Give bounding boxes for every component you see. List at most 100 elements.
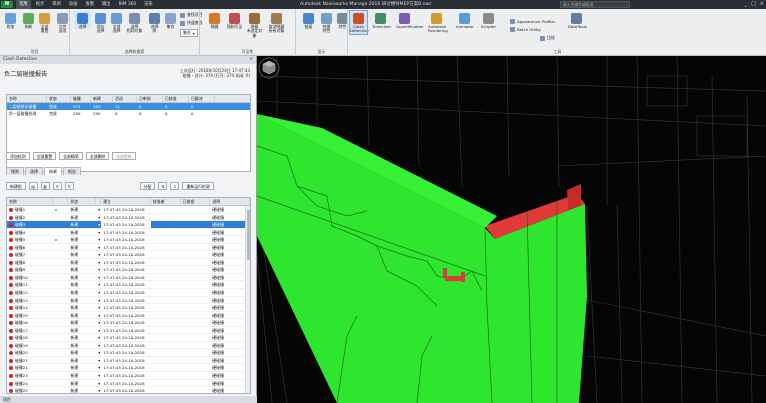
tests-column-header[interactable]: 已审阅 [137,95,163,102]
results-column-header[interactable]: 核准者 [151,198,181,205]
result-status[interactable]: 新建 [68,342,96,349]
green-wall-front[interactable] [257,114,587,403]
panel-tab[interactable]: 规则 [6,167,24,175]
result-row[interactable]: 碰撞6 新建 ▾ 17:47:43 24-10-2018 硬碰撞 [7,244,250,252]
result-status[interactable]: 新建 [68,229,96,236]
result-status[interactable]: 新建 [68,236,96,243]
menu-tab[interactable]: 动画 [66,0,81,9]
tests-column-header[interactable]: 名称 [7,95,47,102]
panel-close-button[interactable]: × [249,56,253,64]
result-row[interactable]: 碰撞14 新建 ▾ 17:47:43 24-10-2018 硬碰撞 [7,304,250,312]
tests-column-header[interactable]: 活动 [113,95,137,102]
result-status[interactable]: 新建 [68,214,96,221]
test-row[interactable]: 负一层碰撞检测 完成 290 290 0 0 0 0 [7,110,250,117]
result-status[interactable]: 新建 [68,319,96,326]
result-row[interactable]: 碰撞3 新建 ▾ 17:47:43 24-10-2018 硬碰撞 [7,221,250,229]
result-status[interactable]: 新建 [68,327,96,334]
result-status[interactable]: 新建 [68,304,96,311]
results-column-header[interactable]: 名称 [7,198,53,205]
result-status[interactable]: 新建 [68,251,96,258]
minimize-button[interactable]: _ [745,0,748,9]
results-column-header[interactable] [53,198,69,205]
menu-tab[interactable]: 常用 [16,0,31,9]
result-status[interactable]: 新建 [68,349,96,356]
tests-column-header[interactable]: 碰撞 [71,95,91,102]
result-status[interactable]: 新建 [68,357,96,364]
result-row[interactable]: 碰撞8 新建 ▾ 17:47:43 24-10-2018 硬碰撞 [7,259,250,267]
result-row[interactable]: 碰撞1 ▫ 新建 ▾ 17:47:43 24-10-2018 硬碰撞 [7,206,250,214]
close-button[interactable]: × [760,0,764,9]
export-icon[interactable]: ⇩ [170,182,180,190]
ungroup-icon[interactable]: ▥ [40,182,50,190]
result-status[interactable]: 新建 [68,297,96,304]
sort-icon[interactable]: ⇅ [158,182,168,190]
test-row[interactable]: 二层给排水碰撞 完成 374 363 11 0 0 0 [7,103,250,110]
filter-icon[interactable]: ⚲ [52,182,62,190]
rerun-test-button[interactable]: 重新运行检测 [182,182,214,190]
new-group-button[interactable]: 新建组 [6,182,26,190]
result-status[interactable]: 新建 [68,259,96,266]
results-column-header[interactable]: 建立 [101,198,151,205]
maximize-button[interactable]: □ [751,0,756,9]
menu-tab[interactable]: 输出 [99,0,114,9]
result-row[interactable]: 碰撞21 新建 ▾ 17:47:43 24-10-2018 硬碰撞 [7,357,250,365]
result-status[interactable]: 新建 [68,364,96,371]
result-row[interactable]: 碰撞10 新建 ▾ 17:47:43 24-10-2018 硬碰撞 [7,274,250,282]
menu-tab[interactable]: BIM 360 [116,0,140,9]
menu-tab[interactable]: 视点 [33,0,48,9]
tests-column-header[interactable]: 已核准 [163,95,189,102]
result-status[interactable]: 新建 [68,221,96,228]
result-row[interactable]: 碰撞17 新建 ▾ 17:47:43 24-10-2018 硬碰撞 [7,327,250,335]
result-row[interactable]: 碰撞11 新建 ▾ 17:47:43 24-10-2018 硬碰撞 [7,281,250,290]
scrollbar-thumb[interactable] [247,210,250,260]
help-search-input[interactable]: 键入关键字或短语 [560,1,630,8]
result-row[interactable]: 碰撞12 新建 ▾ 17:47:43 24-10-2018 硬碰撞 [7,289,250,297]
result-status[interactable]: 新建 [68,387,96,393]
result-status[interactable]: 新建 [68,266,96,273]
result-row[interactable]: 碰撞18 新建 ▾ 17:47:43 24-10-2018 硬碰撞 [7,334,250,342]
group-icon[interactable]: ▤ [28,182,38,190]
result-row[interactable]: 碰撞20 新建 ▾ 17:47:43 24-10-2018 硬碰撞 [7,349,250,357]
result-status[interactable]: 新建 [68,281,96,288]
test-action-button[interactable]: 全部删除 [85,152,110,160]
test-action-button[interactable]: 添加检测 [6,152,30,160]
result-status[interactable]: 新建 [68,372,96,379]
result-row[interactable]: 碰撞24 新建 ▾ 17:47:43 24-10-2018 硬碰撞 [7,380,250,388]
menu-tab[interactable]: 查看 [82,0,97,9]
result-status[interactable]: 新建 [68,274,96,281]
result-row[interactable]: 碰撞15 新建 ▾ 17:47:43 24-10-2018 硬碰撞 [7,312,250,320]
assign-button[interactable]: 分配 [139,182,156,190]
result-row[interactable]: 碰撞9 新建 ▾ 17:47:43 24-10-2018 硬碰撞 [7,266,250,274]
results-column-header[interactable]: 状态 [68,198,97,205]
results-column-header[interactable]: 说明 [210,198,250,205]
tests-column-header[interactable]: 新建 [91,95,113,102]
result-row[interactable]: 碰撞13 新建 ▾ 17:47:43 24-10-2018 硬碰撞 [7,297,250,305]
comment-icon[interactable]: ✎ [64,182,74,190]
result-status[interactable]: 新建 [68,206,96,213]
viewcube-icon[interactable] [257,56,281,80]
test-action-button[interactable]: 全部精简 [59,152,83,160]
result-status[interactable]: 新建 [68,380,96,387]
tests-column-header[interactable]: 状态 [47,95,71,102]
result-row[interactable]: 碰撞4 新建 ▾ 17:47:43 24-10-2018 硬碰撞 [7,229,250,237]
result-row[interactable]: 碰撞19 新建 ▾ 17:47:43 24-10-2018 硬碰撞 [7,342,250,350]
test-action-button[interactable]: 全部更新 [112,152,136,160]
panel-tab[interactable]: 结果 [44,167,62,175]
result-row[interactable]: 碰撞22 新建 ▾ 17:47:43 24-10-2018 硬碰撞 [7,364,250,373]
test-action-button[interactable]: 全部重置 [32,152,57,160]
panel-tab[interactable]: 选择 [25,167,43,175]
3d-viewport[interactable] [257,56,766,403]
panel-tab[interactable]: 报告 [63,167,81,175]
results-column-header[interactable]: 已核准 [181,198,211,205]
results-scrollbar[interactable] [245,206,250,393]
result-status[interactable]: 新建 [68,244,96,251]
result-row[interactable]: 碰撞2 新建 ▾ 17:47:43 24-10-2018 硬碰撞 [7,214,250,222]
app-logo[interactable]: N [1,1,13,8]
result-status[interactable]: 新建 [68,312,96,319]
result-row[interactable]: 碰撞16 新建 ▾ 17:47:43 24-10-2018 硬碰撞 [7,319,250,327]
tests-column-header[interactable]: 已解决 [189,95,215,102]
result-status[interactable]: 新建 [68,289,96,296]
result-status[interactable]: 新建 [68,334,96,341]
menu-tab[interactable]: 渲染 [141,0,156,9]
menu-tab[interactable]: 审阅 [49,0,64,9]
